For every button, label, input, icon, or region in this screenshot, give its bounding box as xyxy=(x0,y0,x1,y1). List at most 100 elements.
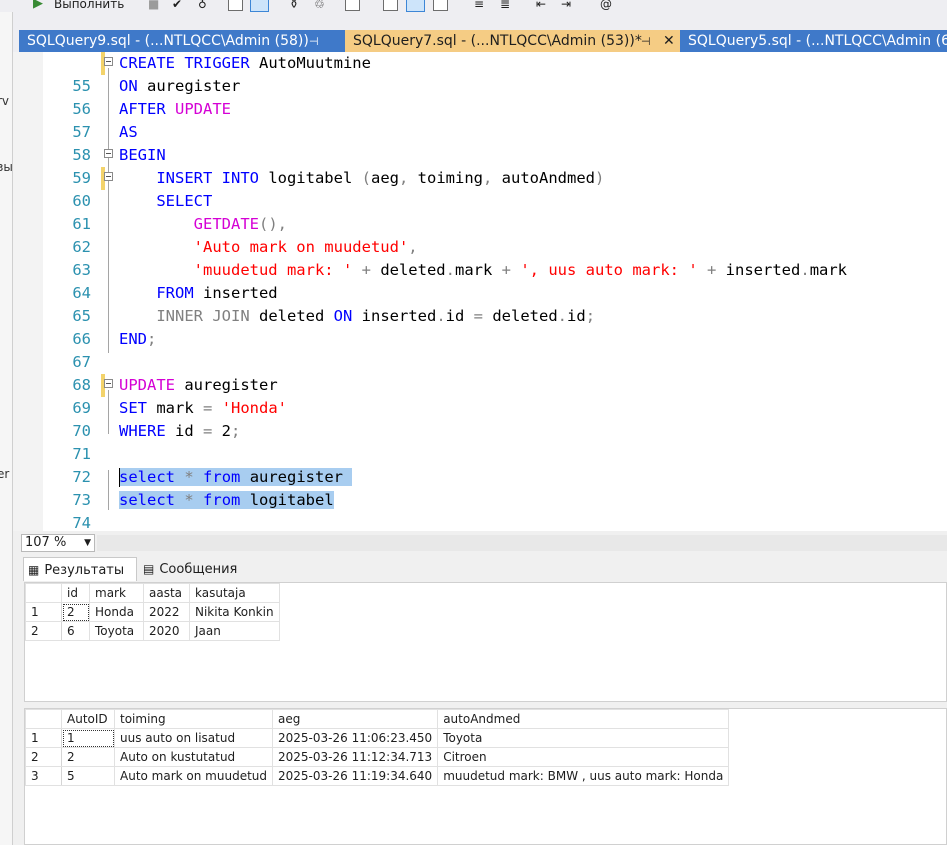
outdent-icon[interactable]: ⇤ xyxy=(536,0,546,12)
results-text-icon[interactable] xyxy=(345,0,360,11)
tab-sqlquery7[interactable]: SQLQuery7.sql - (...NTLQCC\Admin (53))* … xyxy=(345,30,680,53)
pin-icon[interactable]: ⊣ xyxy=(641,30,651,53)
tab-label: SQLQuery9.sql - (...NTLQCC\Admin (58)) xyxy=(27,33,309,49)
table-cell[interactable]: Nikita Konkin xyxy=(189,602,280,622)
row-number[interactable]: 2 xyxy=(25,747,62,767)
row-number[interactable]: 2 xyxy=(25,621,62,641)
tab-sqlquery5[interactable]: SQLQuery5.sql - (...NTLQCC\Admin (65) xyxy=(680,30,947,53)
table-row[interactable]: 1 2 Honda 2022 Nikita Konkin xyxy=(25,602,280,622)
horizontal-scrollbar[interactable] xyxy=(97,535,947,551)
zoom-select[interactable]: 107 % ▼ xyxy=(21,534,95,552)
specify-values-icon[interactable]: @ xyxy=(600,0,612,12)
left-strip-text: зы xyxy=(0,160,13,174)
code-line: 65 FROM inserted xyxy=(13,282,947,325)
sql-editor[interactable]: 55 CREATE TRIGGER AutoMuutmine 56 ON aur… xyxy=(13,52,947,531)
execute-icon[interactable]: ▶ xyxy=(33,0,43,12)
results-grid-1[interactable]: id mark aasta kasutaja 1 2 Honda 2022 Ni… xyxy=(24,582,947,702)
column-header[interactable]: AutoID xyxy=(61,709,115,729)
code-line: 73 select * from auregister xyxy=(13,466,947,509)
table-cell[interactable]: 2022 xyxy=(143,602,190,622)
results-table: AutoID toiming aeg autoAndmed 1 1 uus au… xyxy=(25,709,730,786)
chevron-down-icon[interactable]: ▼ xyxy=(84,535,91,551)
code-line: 66 INNER JOIN deleted ON inserted.id = d… xyxy=(13,305,947,348)
table-cell[interactable]: Honda xyxy=(89,602,144,622)
tab-label: SQLQuery7.sql - (...NTLQCC\Admin (53))* xyxy=(353,33,642,49)
table-cell[interactable]: Jaan xyxy=(189,621,280,641)
column-header[interactable]: id xyxy=(61,583,90,603)
pin-icon[interactable]: ⊣ xyxy=(309,30,319,53)
messages-icon: ▤ xyxy=(143,562,155,576)
table-header-row: id mark aasta kasutaja xyxy=(25,583,280,603)
table-cell[interactable]: 2025-03-26 11:12:34.713 xyxy=(272,747,439,767)
code-line: 75 xyxy=(13,512,947,531)
results-table: id mark aasta kasutaja 1 2 Honda 2022 Ni… xyxy=(25,583,280,641)
table-cell[interactable]: 2025-03-26 11:19:34.640 xyxy=(272,766,439,786)
table-row[interactable]: 2 2 Auto on kustutatud 2025-03-26 11:12:… xyxy=(25,747,730,767)
table-cell[interactable]: Citroen xyxy=(437,747,730,767)
tab-results[interactable]: ▦ Результаты xyxy=(23,557,137,581)
table-row[interactable]: 3 5 Auto mark on muudetud 2025-03-26 11:… xyxy=(25,766,730,786)
document-tab-bar: SQLQuery9.sql - (...NTLQCC\Admin (58)) ⊣… xyxy=(13,12,947,53)
table-row[interactable]: 2 6 Toyota 2020 Jaan xyxy=(25,621,280,641)
code-line: 64 'muudetud mark: ' + deleted.mark + ',… xyxy=(13,259,947,302)
grid-icon: ▦ xyxy=(28,563,40,577)
collapse-icon[interactable] xyxy=(104,379,113,388)
results-file-icon[interactable] xyxy=(406,0,425,12)
table-cell[interactable]: 2020 xyxy=(143,621,190,641)
code-line: 58 AS xyxy=(13,121,947,164)
table-cell[interactable]: Auto mark on muudetud xyxy=(113,766,274,786)
results-to-icon[interactable] xyxy=(433,0,448,11)
tab-messages[interactable]: ▤ Сообщения xyxy=(139,557,251,581)
left-strip-text: rv xyxy=(0,94,10,108)
table-cell[interactable]: 1 xyxy=(61,728,115,748)
code-line: 55 CREATE TRIGGER AutoMuutmine xyxy=(13,52,947,95)
code-line: 57 AFTER UPDATE xyxy=(13,98,947,141)
row-header-corner[interactable] xyxy=(25,709,62,729)
column-header[interactable]: kasutaja xyxy=(189,583,280,603)
table-cell[interactable]: 2 xyxy=(61,602,90,622)
table-cell[interactable]: Auto on kustutatud xyxy=(113,747,274,767)
include-plan-icon[interactable] xyxy=(250,0,269,12)
table-cell[interactable]: 5 xyxy=(61,766,115,786)
row-header-corner[interactable] xyxy=(25,583,62,603)
execute-button[interactable]: Выполнить xyxy=(54,0,124,12)
column-header[interactable]: aasta xyxy=(143,583,190,603)
code-line: 60 INSERT INTO logitabel (aeg, toiming, … xyxy=(13,167,947,210)
collapse-icon[interactable] xyxy=(104,172,113,181)
client-stats-icon[interactable]: ♲ xyxy=(314,0,325,12)
zoom-value: 107 % xyxy=(25,535,67,550)
stop-icon[interactable]: ■ xyxy=(148,0,159,12)
tab-results-label: Результаты xyxy=(44,563,125,578)
left-strip-text: er xyxy=(0,467,10,481)
column-header[interactable]: autoAndmed xyxy=(437,709,730,729)
row-number[interactable]: 1 xyxy=(25,728,62,748)
table-cell[interactable]: Toyota xyxy=(437,728,730,748)
column-header[interactable]: toiming xyxy=(113,709,274,729)
results-grid-icon[interactable] xyxy=(383,0,398,11)
display-plan-icon[interactable] xyxy=(228,0,243,11)
collapse-icon[interactable] xyxy=(104,149,113,158)
table-cell[interactable]: 6 xyxy=(61,621,90,641)
close-icon[interactable]: ✕ xyxy=(663,30,675,53)
query-plan-icon[interactable]: ♁ xyxy=(198,0,207,12)
column-header[interactable]: aeg xyxy=(272,709,439,729)
comment-icon[interactable]: ≡ xyxy=(474,0,484,12)
table-cell[interactable]: 2 xyxy=(61,747,115,767)
code-line: 61 SELECT xyxy=(13,190,947,233)
table-cell[interactable]: uus auto on lisatud xyxy=(113,728,274,748)
table-cell[interactable]: muudetud mark: BMW , uus auto mark: Hond… xyxy=(437,766,730,786)
row-number[interactable]: 3 xyxy=(25,766,62,786)
column-header[interactable]: mark xyxy=(89,583,144,603)
table-cell[interactable]: Toyota xyxy=(89,621,144,641)
table-cell[interactable]: 2025-03-26 11:06:23.450 xyxy=(272,728,439,748)
tab-sqlquery9[interactable]: SQLQuery9.sql - (...NTLQCC\Admin (58)) ⊣ xyxy=(19,30,345,53)
uncomment-icon[interactable]: ≣ xyxy=(500,0,510,12)
table-row[interactable]: 1 1 uus auto on lisatud 2025-03-26 11:06… xyxy=(25,728,730,748)
results-grid-2[interactable]: AutoID toiming aeg autoAndmed 1 1 uus au… xyxy=(24,708,947,845)
object-explorer-edge: rv зы er xyxy=(0,12,13,845)
collapse-icon[interactable] xyxy=(104,57,113,66)
indent-icon[interactable]: ⇥ xyxy=(561,0,571,12)
live-stats-icon[interactable]: ⚱ xyxy=(289,0,299,12)
row-number[interactable]: 1 xyxy=(25,602,62,622)
parse-check-icon[interactable]: ✔ xyxy=(172,0,182,12)
